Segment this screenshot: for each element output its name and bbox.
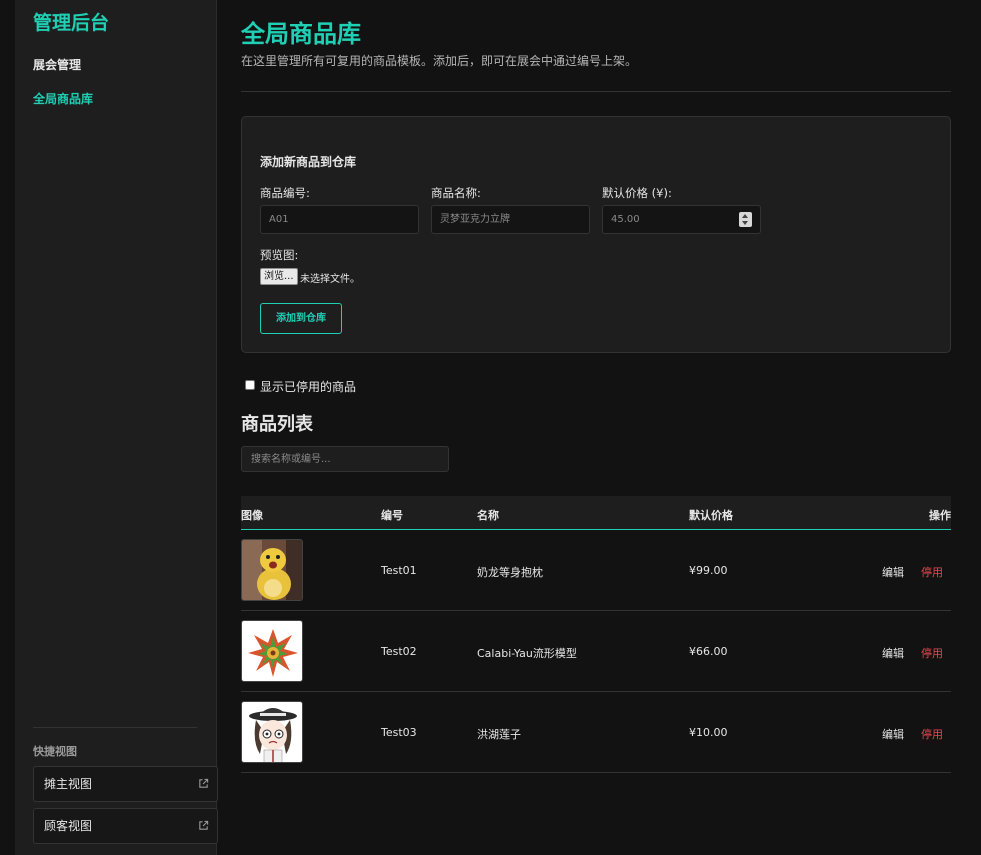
search-input[interactable] (241, 446, 449, 472)
sidebar: 管理后台 展会管理 全局商品库 快捷视图 摊主视图 顾客视图 (15, 0, 218, 855)
add-product-panel: 添加新商品到仓库 商品编号: 商品名称: 默认价格 (¥): 预览图: 浏览..… (241, 116, 951, 353)
sidebar-item-global-products[interactable]: 全局商品库 (33, 90, 93, 107)
product-price: ¥10.00 (689, 726, 728, 739)
product-name: 洪湖莲子 (477, 728, 521, 741)
name-input[interactable] (431, 205, 590, 234)
code-input[interactable] (260, 205, 419, 234)
add-product-title: 添加新商品到仓库 (260, 155, 357, 169)
table-row: Test01 奶龙等身抱枕 ¥99.00 编辑 停用 (241, 530, 951, 611)
column-actions: 操作 (929, 509, 951, 522)
show-disabled-checkbox[interactable] (245, 380, 255, 390)
brand-title: 管理后台 (33, 12, 110, 34)
disable-button[interactable]: 停用 (921, 564, 943, 580)
customer-view-label: 顾客视图 (44, 819, 93, 833)
window-edge (0, 0, 15, 855)
product-code: Test02 (381, 645, 417, 658)
vendor-view-label: 摊主视图 (44, 777, 93, 791)
column-name: 名称 (477, 509, 499, 522)
price-input[interactable] (602, 205, 761, 234)
disable-button[interactable]: 停用 (921, 726, 943, 742)
page-title: 全局商品库 (241, 20, 361, 48)
external-link-icon (199, 778, 209, 788)
edit-button[interactable]: 编辑 (882, 564, 904, 580)
external-link-icon (199, 820, 209, 830)
show-disabled-label: 显示已停用的商品 (260, 380, 357, 394)
page-description: 在这里管理所有可复用的商品模板。添加后，即可在展会中通过编号上架。 (241, 54, 638, 68)
sidebar-item-exhibitions[interactable]: 展会管理 (33, 56, 81, 73)
yellow-plush-image (241, 539, 303, 601)
add-to-warehouse-button[interactable]: 添加到仓库 (260, 303, 342, 334)
price-label: 默认价格 (¥): (602, 186, 672, 200)
disable-button[interactable]: 停用 (921, 645, 943, 661)
customer-view-link[interactable]: 顾客视图 (33, 808, 218, 844)
vendor-view-link[interactable]: 摊主视图 (33, 766, 218, 802)
preview-label: 预览图: (260, 248, 299, 262)
table-header: 图像 编号 名称 默认价格 操作 (241, 496, 951, 530)
product-code: Test01 (381, 564, 417, 577)
table-row: Test02 Calabi-Yau流形模型 ¥66.00 编辑 停用 (241, 611, 951, 692)
file-status: 未选择文件。 (300, 274, 360, 285)
edit-button[interactable]: 编辑 (882, 726, 904, 742)
table-row: Test03 洪湖莲子 ¥10.00 编辑 停用 (241, 692, 951, 773)
column-price: 默认价格 (689, 509, 733, 522)
product-price: ¥99.00 (689, 564, 728, 577)
column-image: 图像 (241, 509, 263, 522)
calabi-yau-model-image (241, 620, 303, 682)
sidebar-divider (33, 727, 197, 728)
product-code: Test03 (381, 726, 417, 739)
product-table: 图像 编号 名称 默认价格 操作 Test01 奶龙等身抱枕 ¥99.00 编辑… (241, 496, 951, 773)
header-divider (241, 91, 951, 92)
browse-file-button[interactable]: 浏览... (260, 268, 298, 285)
code-label: 商品编号: (260, 186, 310, 200)
product-name: Calabi-Yau流形模型 (477, 647, 577, 660)
anime-character-image (241, 701, 303, 763)
edit-button[interactable]: 编辑 (882, 645, 904, 661)
quick-views-title: 快捷视图 (33, 745, 77, 758)
main-content: 全局商品库 在这里管理所有可复用的商品模板。添加后，即可在展会中通过编号上架。 … (217, 0, 981, 855)
product-price: ¥66.00 (689, 645, 728, 658)
product-name: 奶龙等身抱枕 (477, 566, 543, 579)
column-code: 编号 (381, 509, 403, 522)
price-stepper[interactable] (739, 212, 752, 227)
name-label: 商品名称: (431, 186, 481, 200)
product-list-title: 商品列表 (241, 414, 313, 435)
